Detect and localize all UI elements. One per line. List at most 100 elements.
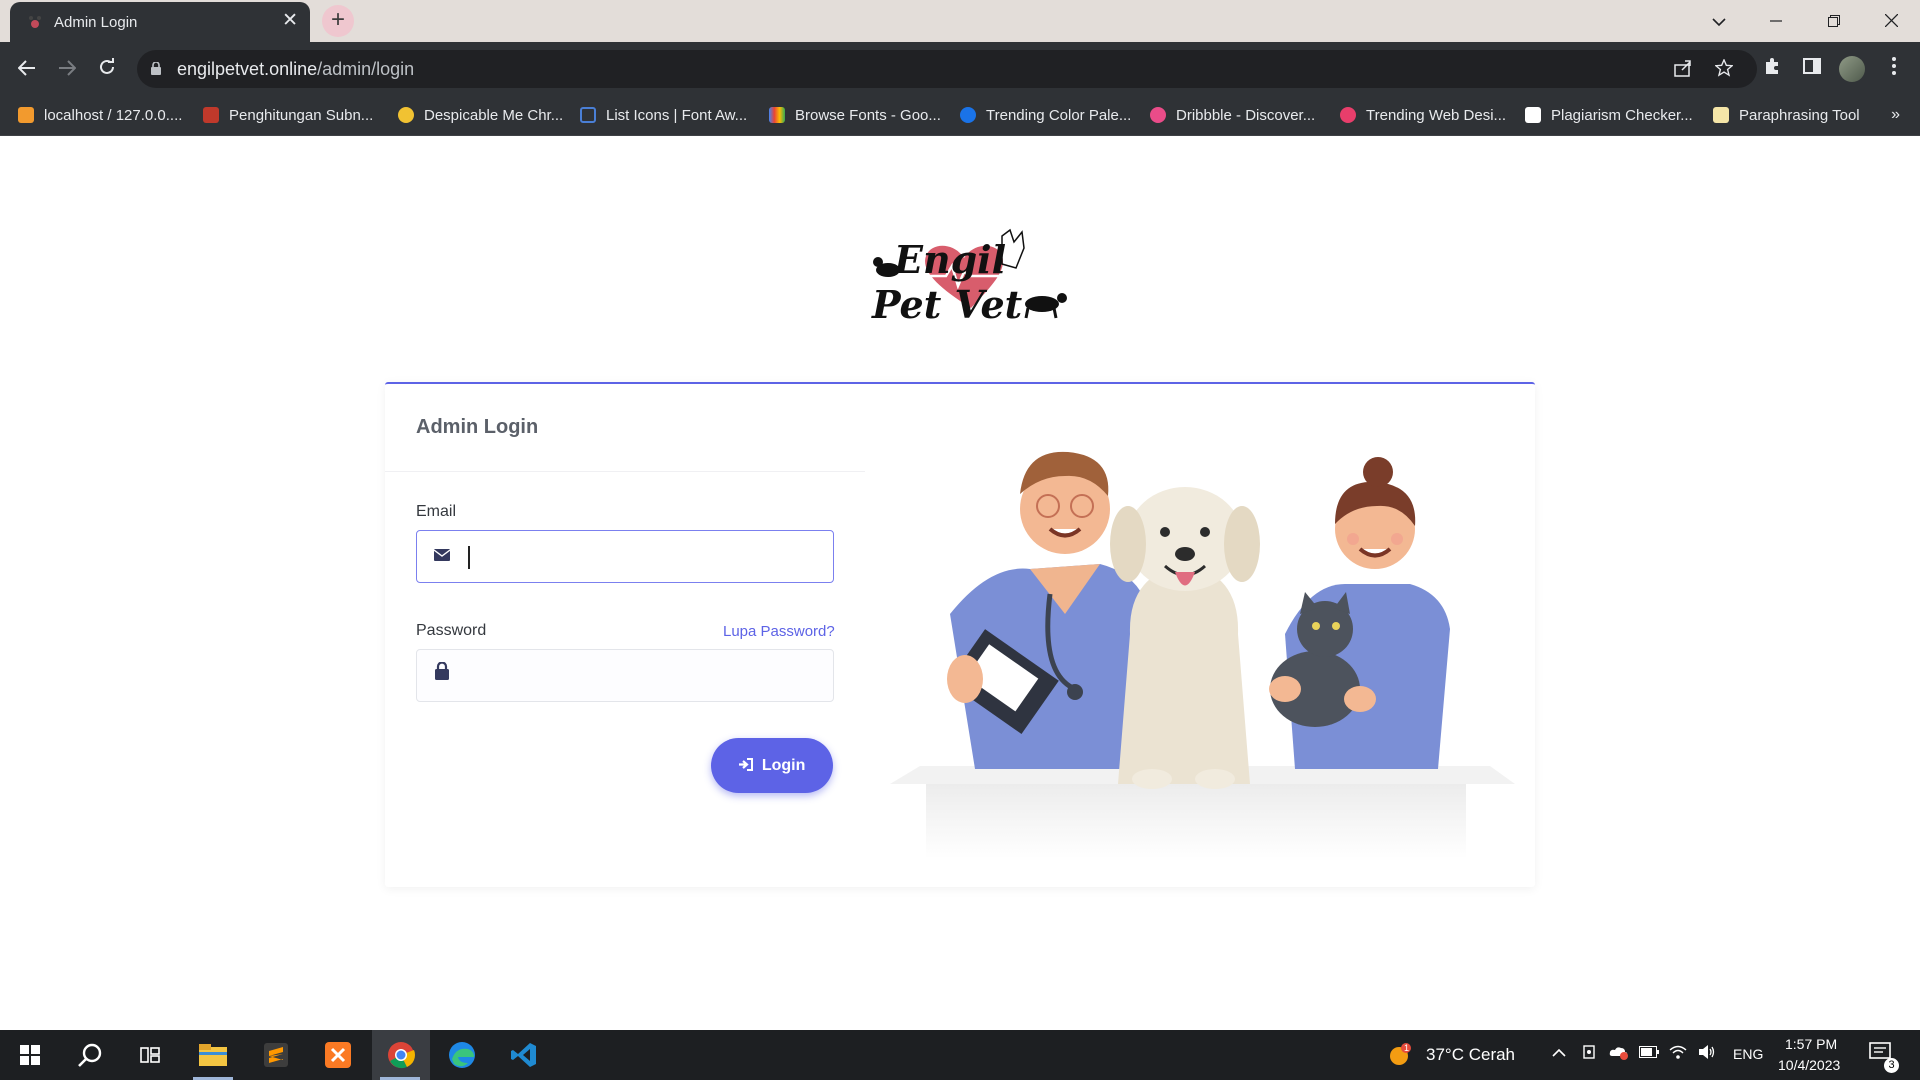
meet-icon[interactable]	[1580, 1044, 1600, 1064]
tab-search-chevron-icon[interactable]	[1705, 8, 1733, 34]
reload-icon[interactable]	[93, 56, 121, 84]
bookmarks-overflow-icon[interactable]: »	[1891, 106, 1900, 124]
bookmark-star-icon[interactable]	[1713, 58, 1735, 81]
bookmark-item[interactable]: Paraphrasing Tool	[1713, 107, 1860, 127]
close-window-icon[interactable]	[1877, 8, 1905, 34]
volume-icon[interactable]	[1697, 1044, 1717, 1064]
bookmark-item[interactable]: Plagiarism Checker...	[1525, 107, 1693, 127]
battery-icon[interactable]	[1639, 1044, 1659, 1064]
bookmark-item[interactable]: List Icons | Font Aw...	[580, 107, 747, 127]
url-path: /admin/login	[317, 59, 415, 79]
bookmark-label: Despicable Me Chr...	[424, 107, 564, 124]
address-bar[interactable]: engilpetvet.online/admin/login	[137, 50, 1757, 88]
flag-icon	[580, 107, 596, 123]
browser-toolbar: engilpetvet.online/admin/login	[0, 42, 1920, 96]
chrome-icon[interactable]	[372, 1030, 430, 1080]
bookmark-label: Trending Color Pale...	[986, 107, 1132, 124]
lock-icon	[417, 650, 467, 701]
svg-text:Engil: Engil	[893, 237, 1006, 282]
bookmark-favicon-icon	[203, 107, 219, 123]
bookmark-item[interactable]: Despicable Me Chr...	[398, 107, 563, 127]
bookmark-label: Penghitungan Subn...	[229, 107, 374, 124]
windows-taskbar: 1 37°C Cerah ENG 1:57 PM 10/4/2023 3	[0, 1030, 1920, 1080]
email-label: Email	[416, 503, 457, 520]
sublime-text-icon[interactable]	[248, 1030, 304, 1080]
bookmark-label: Trending Web Desi...	[1366, 107, 1507, 124]
tab-admin-login[interactable]: Admin Login ✕	[10, 2, 310, 42]
profile-avatar[interactable]	[1839, 56, 1865, 82]
bookmark-item[interactable]: Penghitungan Subn...	[203, 107, 373, 127]
bookmark-favicon-icon	[1713, 107, 1729, 123]
minimize-icon[interactable]	[1762, 8, 1790, 34]
bookmark-favicon-icon	[18, 107, 34, 123]
notification-count-badge: 3	[1884, 1058, 1899, 1073]
bookmark-label: Browse Fonts - Goo...	[795, 107, 941, 124]
login-card: Admin Login Email Password Lupa Password…	[385, 382, 1535, 887]
dribbble-icon	[1150, 107, 1166, 123]
clock-time[interactable]: 1:57 PM	[1785, 1036, 1837, 1052]
bookmark-label: localhost / 127.0.0....	[44, 107, 183, 124]
tab-title: Admin Login	[54, 14, 138, 31]
card-title: Admin Login	[416, 416, 539, 438]
card-header: Admin Login	[385, 384, 865, 472]
engil-pet-vet-logo: Engil Pet Vet	[871, 228, 1067, 327]
paw-favicon-icon	[29, 16, 41, 28]
google-fonts-icon	[769, 107, 785, 123]
login-button[interactable]: Login	[711, 738, 833, 793]
task-view-icon[interactable]	[122, 1030, 178, 1080]
envelope-icon	[417, 531, 467, 582]
bookmark-label: Plagiarism Checker...	[1551, 107, 1693, 124]
extensions-icon[interactable]	[1760, 57, 1784, 81]
search-icon[interactable]	[62, 1030, 118, 1080]
bookmarks-bar: localhost / 127.0.0.... Penghitungan Sub…	[0, 96, 1920, 136]
svg-text:Pet Vet: Pet Vet	[871, 282, 1023, 327]
url-host: engilpetvet.online	[177, 59, 318, 79]
dribbble-icon	[1340, 107, 1356, 123]
restore-icon[interactable]	[1820, 8, 1848, 34]
xampp-icon[interactable]	[310, 1030, 366, 1080]
email-input-group[interactable]	[416, 530, 834, 583]
onedrive-error-icon[interactable]	[1609, 1044, 1629, 1064]
clock-date[interactable]: 10/4/2023	[1778, 1057, 1840, 1073]
bookmark-label: List Icons | Font Aw...	[606, 107, 748, 124]
veterinarians-illustration	[890, 451, 1515, 859]
file-explorer-icon[interactable]	[185, 1030, 241, 1080]
password-label: Password	[416, 622, 487, 639]
language-indicator[interactable]: ENG	[1733, 1046, 1763, 1062]
bookmark-item[interactable]: Trending Color Pale...	[960, 107, 1131, 127]
bookmark-label: Dribbble - Discover...	[1176, 107, 1316, 124]
weather-badge: 1	[1404, 1043, 1410, 1053]
bookmark-favicon-icon	[398, 107, 414, 123]
forward-icon[interactable]	[53, 56, 81, 84]
url-text: engilpetvet.online/admin/login	[177, 59, 414, 80]
back-icon[interactable]	[13, 56, 41, 84]
bookmark-label: Paraphrasing Tool	[1739, 107, 1860, 124]
password-input-group[interactable]	[416, 649, 834, 702]
password-field[interactable]	[467, 650, 833, 701]
tab-close-icon[interactable]: ✕	[282, 11, 298, 31]
sign-in-icon	[738, 757, 757, 774]
bookmark-item[interactable]: Dribbble - Discover...	[1150, 107, 1315, 127]
share-icon[interactable]	[1672, 59, 1694, 81]
wifi-icon[interactable]	[1668, 1044, 1688, 1064]
email-field[interactable]	[467, 531, 833, 582]
login-button-label: Login	[761, 757, 806, 774]
tab-strip: Admin Login ✕ +	[0, 0, 1920, 42]
vscode-icon[interactable]	[496, 1030, 552, 1080]
edge-icon[interactable]	[434, 1030, 490, 1080]
chevron-up-icon[interactable]	[1549, 1044, 1569, 1064]
bookmark-favicon-icon	[1525, 107, 1541, 123]
side-panel-icon[interactable]	[1800, 57, 1824, 81]
bookmark-item[interactable]: Browse Fonts - Goo...	[769, 107, 941, 127]
lock-icon	[151, 62, 161, 75]
forgot-password-link[interactable]: Lupa Password?	[723, 623, 835, 640]
menu-kebab-icon[interactable]	[1882, 57, 1906, 81]
page-content: Engil Pet Vet Admin Login Email Password…	[0, 136, 1920, 1030]
new-tab-button[interactable]: +	[322, 5, 354, 37]
bookmark-item[interactable]: Trending Web Desi...	[1340, 107, 1506, 127]
bookmark-favicon-icon	[960, 107, 976, 123]
windows-start-icon[interactable]	[2, 1030, 58, 1080]
weather-text[interactable]: 37°C Cerah	[1426, 1045, 1515, 1065]
bookmark-item[interactable]: localhost / 127.0.0....	[18, 107, 182, 127]
text-caret	[468, 546, 470, 569]
